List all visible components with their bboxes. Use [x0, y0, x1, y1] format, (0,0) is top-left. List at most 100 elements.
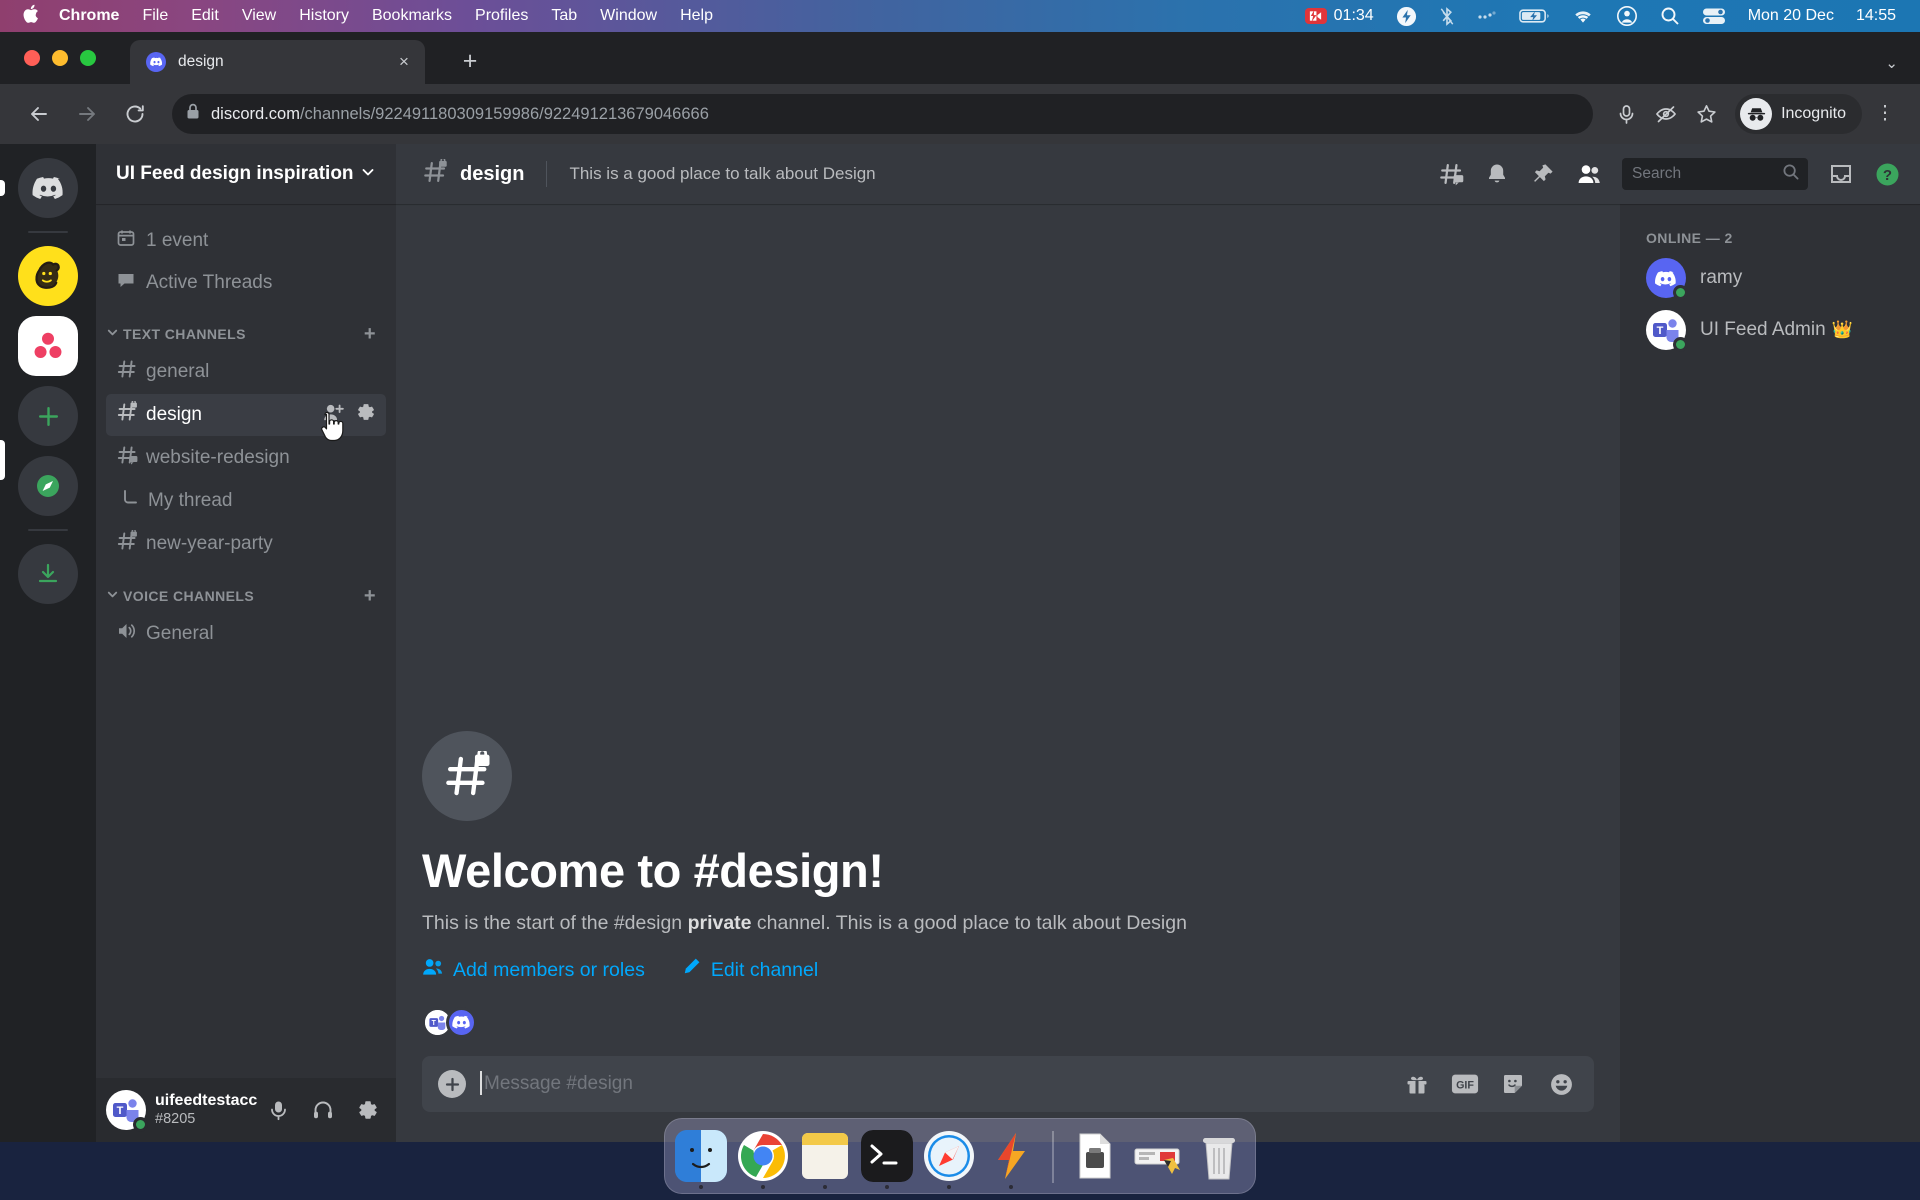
thread-name: My thread	[148, 490, 233, 511]
apple-menu-icon[interactable]	[22, 4, 39, 28]
address-bar[interactable]: discord.com/channels/922491180309159986/…	[172, 94, 1594, 134]
menubar-time[interactable]: 14:55	[1856, 7, 1896, 25]
close-window-button[interactable]	[24, 50, 40, 66]
channel-name: design	[146, 404, 202, 425]
create-voice-channel-button[interactable]: +	[364, 586, 376, 606]
battery-charging-icon[interactable]	[1518, 8, 1550, 24]
emoji-icon[interactable]	[1544, 1069, 1578, 1099]
dock-item-chrome[interactable]	[735, 1130, 791, 1189]
cellular-icon[interactable]	[1477, 9, 1497, 23]
search-icon[interactable]	[1660, 6, 1680, 26]
browser-menu-button[interactable]: ⋮	[1868, 104, 1902, 123]
threads-icon[interactable]	[1430, 153, 1472, 195]
menu-item-tab[interactable]: Tab	[551, 7, 577, 25]
category-voice-channels[interactable]: VOICE CHANNELS +	[96, 566, 396, 612]
inbox-icon[interactable]	[1820, 153, 1862, 195]
plus-circle-icon[interactable]	[438, 1070, 466, 1098]
download-apps-button[interactable]	[18, 544, 78, 604]
guild-header-button[interactable]: UI Feed design inspiration	[96, 144, 396, 204]
menubar-date[interactable]: Mon 20 Dec	[1748, 7, 1834, 25]
dock-item-flash-app[interactable]	[983, 1130, 1039, 1189]
forward-button[interactable]	[66, 93, 108, 135]
dock-item-finder[interactable]	[673, 1130, 729, 1189]
pinned-messages-icon[interactable]	[1522, 153, 1564, 195]
bluetooth-off-icon[interactable]	[1439, 6, 1455, 27]
menu-item-bookmarks[interactable]: Bookmarks	[372, 7, 452, 25]
dock-running-dot	[885, 1185, 889, 1189]
category-text-channels[interactable]: TEXT CHANNELS +	[96, 304, 396, 350]
sidebar-channel-website-redesign[interactable]: website-redesign	[106, 437, 386, 479]
back-button[interactable]	[18, 93, 60, 135]
dock-item-stickies[interactable]	[797, 1130, 853, 1189]
add-member-icon[interactable]	[323, 403, 344, 428]
dock-item-safari[interactable]	[921, 1130, 977, 1189]
create-text-channel-button[interactable]: +	[364, 324, 376, 344]
server-home-button[interactable]	[18, 158, 78, 218]
sidebar-channel-general[interactable]: general	[106, 351, 386, 393]
gif-icon[interactable]: GIF	[1448, 1069, 1482, 1099]
menu-item-profiles[interactable]: Profiles	[475, 7, 528, 25]
menu-item-window[interactable]: Window	[600, 7, 657, 25]
sidebar-channel-new-year-party[interactable]: new-year-party	[106, 523, 386, 565]
headphones-icon[interactable]	[305, 1092, 341, 1128]
help-icon[interactable]: ?	[1866, 153, 1908, 195]
browser-tab-design[interactable]: design ×	[130, 40, 425, 84]
dock-item-terminal[interactable]	[859, 1130, 915, 1189]
flash-icon[interactable]	[1396, 6, 1417, 27]
control-center-icon[interactable]	[1702, 7, 1726, 25]
close-tab-button[interactable]: ×	[393, 52, 415, 72]
member-list-header: ONLINE — 2	[1646, 230, 1733, 246]
member-row[interactable]: ramy	[1630, 252, 1910, 304]
sidebar-thread-my-thread[interactable]: My thread	[106, 480, 386, 522]
search-input[interactable]: Search	[1622, 158, 1808, 190]
message-scroller[interactable]: Welcome to #design! This is the start of…	[396, 204, 1620, 1056]
add-members-or-roles-link[interactable]: Add members or roles	[422, 957, 645, 983]
explore-servers-button[interactable]	[18, 456, 78, 516]
avatar-discord[interactable]	[446, 1007, 477, 1038]
sticker-icon[interactable]	[1496, 1069, 1530, 1099]
sidebar-channel-design[interactable]: design	[106, 394, 386, 436]
eye-off-icon[interactable]	[1649, 97, 1683, 131]
message-composer[interactable]: Message #design GIF	[422, 1056, 1594, 1112]
avatar[interactable]: T	[106, 1090, 148, 1132]
facepile[interactable]: T	[422, 1007, 1600, 1038]
menu-item-help[interactable]: Help	[680, 7, 713, 25]
edit-channel-link[interactable]: Edit channel	[681, 957, 818, 983]
minimize-window-button[interactable]	[52, 50, 68, 66]
sidebar-channel-voice-general[interactable]: General	[106, 613, 386, 655]
channel-name: new-year-party	[146, 533, 273, 554]
screen-recording-indicator[interactable]: 01:34	[1304, 7, 1374, 25]
member-list-icon[interactable]	[1568, 153, 1610, 195]
notification-bell-icon[interactable]	[1476, 153, 1518, 195]
menu-item-history[interactable]: History	[299, 7, 349, 25]
gift-icon[interactable]	[1400, 1069, 1434, 1099]
sidebar-item-events[interactable]: 1 event	[106, 220, 386, 262]
menu-item-edit[interactable]: Edit	[191, 7, 219, 25]
bookmark-star-icon[interactable]	[1689, 97, 1723, 131]
dock-item-trash[interactable]	[1191, 1130, 1247, 1189]
microphone-icon[interactable]	[1609, 97, 1643, 131]
sidebar-item-active-threads[interactable]: Active Threads	[106, 262, 386, 304]
message-input[interactable]: Message #design	[480, 1071, 1386, 1095]
microphone-icon[interactable]	[260, 1092, 296, 1128]
window-traffic-lights[interactable]	[24, 50, 96, 66]
dock-item-document[interactable]	[1067, 1130, 1123, 1189]
add-server-button[interactable]	[18, 386, 78, 446]
new-tab-button[interactable]: +	[455, 49, 485, 74]
member-row[interactable]: T UI Feed Admin 👑	[1630, 304, 1910, 356]
menu-item-view[interactable]: View	[242, 7, 276, 25]
server-ui-feed-button[interactable]	[18, 316, 78, 376]
reload-button[interactable]	[114, 93, 156, 135]
menu-item-file[interactable]: File	[142, 7, 168, 25]
server-mailchimp-button[interactable]	[18, 246, 78, 306]
tab-search-chevron-down-icon[interactable]: ⌄	[1885, 54, 1898, 72]
maximize-window-button[interactable]	[80, 50, 96, 66]
user-settings-gear-icon[interactable]	[350, 1092, 386, 1128]
account-icon[interactable]	[1616, 5, 1638, 27]
menu-item-chrome[interactable]: Chrome	[59, 7, 119, 25]
incognito-profile-button[interactable]: Incognito	[1735, 94, 1862, 134]
dock-item-sketch-file[interactable]	[1129, 1130, 1185, 1189]
channel-topic: This is a good place to talk about Desig…	[569, 164, 876, 183]
settings-gear-icon[interactable]	[356, 402, 376, 428]
wifi-icon[interactable]	[1572, 8, 1594, 25]
